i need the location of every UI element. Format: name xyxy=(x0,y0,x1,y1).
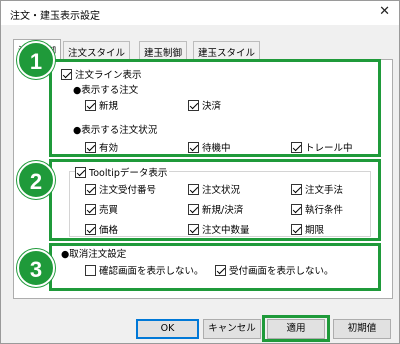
checkbox-hide-receipt-screen[interactable]: 受付画面を表示しない。 xyxy=(215,263,334,277)
checkbox-order-receipt-no[interactable]: 注文受付番号 xyxy=(85,182,156,196)
cancel-order-settings-label: ●取消注文設定 xyxy=(61,249,127,260)
checkbox-icon xyxy=(291,223,302,235)
checkbox-icon xyxy=(215,264,226,276)
checkbox-icon xyxy=(188,223,199,235)
checkbox-price[interactable]: 価格 xyxy=(85,222,118,236)
checkbox-order-status[interactable]: 注文状況 xyxy=(188,182,240,196)
badge-1: 1 xyxy=(17,41,55,79)
tooltip-checkbox[interactable]: Tooltipデータ表示 xyxy=(75,165,170,179)
checkbox-icon xyxy=(188,141,199,153)
checkbox-trailing[interactable]: トレール中 xyxy=(291,140,353,154)
checkbox-icon xyxy=(85,223,96,235)
checkbox-icon xyxy=(291,183,302,195)
checkbox-icon xyxy=(61,68,72,80)
tab-strip: 注文制御 注文スタイル 建玉制御 建玉スタイル xyxy=(13,39,393,60)
checkbox-icon xyxy=(85,264,96,276)
checkbox-buy-sell[interactable]: 売買 xyxy=(85,202,118,216)
checkbox-icon xyxy=(291,203,302,215)
checkbox-waiting[interactable]: 待機中 xyxy=(188,140,231,154)
close-icon[interactable]: ✕ xyxy=(379,4,390,19)
settings-dialog: 注文・建玉表示設定 ✕ 注文制御 注文スタイル 建玉制御 建玉スタイル 1 注文… xyxy=(0,0,400,344)
checkbox-icon xyxy=(85,99,96,111)
apply-button-highlight xyxy=(262,315,330,342)
checkbox-order-quantity[interactable]: 注文中数量 xyxy=(188,222,250,236)
ok-button[interactable]: OK xyxy=(136,319,199,339)
tab-position-style[interactable]: 建玉スタイル xyxy=(193,41,261,59)
display-orders-label: ●表示する注文 xyxy=(73,85,139,96)
checkbox-hide-confirm-screen[interactable]: 確認画面を表示しない。 xyxy=(85,263,204,277)
badge-3: 3 xyxy=(17,249,55,287)
checkbox-icon xyxy=(85,183,96,195)
checkbox-icon xyxy=(85,141,96,153)
checkbox-new[interactable]: 新規 xyxy=(85,98,118,112)
checkbox-new-settle[interactable]: 新規/決済 xyxy=(188,202,243,216)
cancel-button[interactable]: キャンセル xyxy=(203,319,261,339)
checkbox-execution-condition[interactable]: 執行条件 xyxy=(291,202,343,216)
checkbox-order-method[interactable]: 注文手法 xyxy=(291,182,343,196)
badge-2: 2 xyxy=(17,161,55,199)
display-status-label: ●表示する注文状況 xyxy=(73,125,158,136)
dialog-title: 注文・建玉表示設定 xyxy=(10,11,100,22)
tab-order-style[interactable]: 注文スタイル xyxy=(63,41,131,59)
reset-defaults-button[interactable]: 初期値 xyxy=(333,319,391,339)
checkbox-icon xyxy=(85,203,96,215)
checkbox-icon xyxy=(188,99,199,111)
checkbox-icon xyxy=(291,141,302,153)
checkbox-icon xyxy=(75,166,86,178)
order-line-checkbox[interactable]: 注文ライン表示 xyxy=(61,67,142,81)
checkbox-expiry[interactable]: 期限 xyxy=(291,222,324,236)
checkbox-settle[interactable]: 決済 xyxy=(188,98,221,112)
checkbox-active[interactable]: 有効 xyxy=(85,140,118,154)
checkbox-icon xyxy=(188,203,199,215)
checkbox-icon xyxy=(188,183,199,195)
title-bar: 注文・建玉表示設定 ✕ xyxy=(1,1,399,25)
tab-position-control[interactable]: 建玉制御 xyxy=(139,41,188,59)
